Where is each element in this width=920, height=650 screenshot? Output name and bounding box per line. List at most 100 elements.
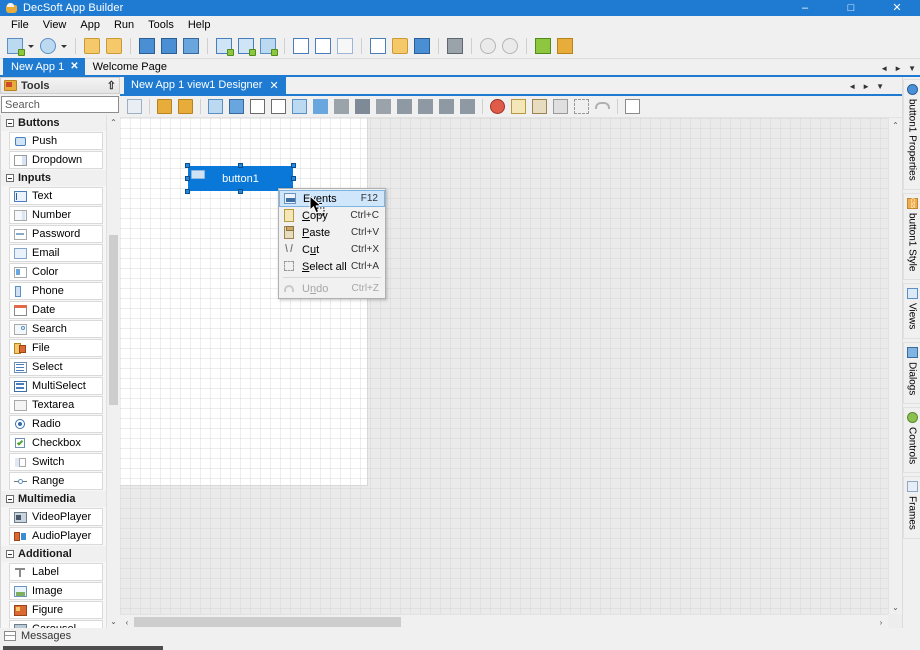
designer-tab-close-icon[interactable]: ✕: [269, 79, 278, 92]
canvas-scroll-right-icon[interactable]: ›: [874, 615, 888, 628]
collapse-icon[interactable]: [6, 550, 14, 558]
canvas-vertical-scrollbar[interactable]: ⌃ ⌄: [888, 118, 902, 614]
tab-new-app-1[interactable]: New App 1 ✕: [3, 58, 85, 75]
tool-item-switch[interactable]: Switch: [9, 453, 103, 471]
tool-item-date[interactable]: Date: [9, 301, 103, 319]
archive-icon[interactable]: [390, 36, 410, 56]
add-dialog-icon[interactable]: [236, 36, 256, 56]
menu-item-run[interactable]: Run: [107, 17, 141, 33]
open-app-icon[interactable]: [82, 36, 102, 56]
align-left-icon[interactable]: [311, 97, 330, 116]
tool-item-audioplayer[interactable]: AudioPlayer: [9, 527, 103, 545]
add-view-icon[interactable]: [214, 36, 234, 56]
paste-icon[interactable]: [530, 97, 549, 116]
menu-item-view[interactable]: View: [36, 17, 74, 33]
vtab-button1-properties[interactable]: button1 Properties: [903, 79, 920, 190]
tool-item-figure[interactable]: Figure: [9, 601, 103, 619]
selection-handle-nw[interactable]: [185, 163, 190, 168]
tool-item-dropdown[interactable]: Dropdown: [9, 151, 103, 169]
tool-item-color[interactable]: Color: [9, 263, 103, 281]
cut-icon[interactable]: [551, 97, 570, 116]
options-icon[interactable]: [445, 36, 465, 56]
copy-icon[interactable]: [509, 97, 528, 116]
tool-item-phone[interactable]: Phone: [9, 282, 103, 300]
maximize-button[interactable]: □: [828, 0, 874, 16]
close-button[interactable]: ✕: [874, 0, 920, 16]
tool-item-push[interactable]: Push: [9, 132, 103, 150]
distribute-h-icon[interactable]: [395, 97, 414, 116]
vtab-views[interactable]: Views: [903, 283, 920, 339]
tab-prev-icon[interactable]: ◄: [880, 64, 888, 73]
minimize-button[interactable]: –: [782, 0, 828, 16]
tools-group-inputs[interactable]: Inputs: [1, 170, 106, 186]
recent-icon[interactable]: [38, 36, 58, 56]
tab-next-icon[interactable]: ►: [894, 64, 902, 73]
new-app-icon[interactable]: [5, 36, 25, 56]
tool-item-file[interactable]: File: [9, 339, 103, 357]
collapse-icon[interactable]: [6, 174, 14, 182]
build-icon[interactable]: [555, 36, 575, 56]
canvas-scroll-down-icon[interactable]: ⌄: [889, 600, 902, 614]
tools-scroll-thumb[interactable]: [109, 235, 118, 405]
tools-scroll-up-icon[interactable]: ⌃: [107, 115, 120, 129]
stop-icon[interactable]: [500, 36, 520, 56]
menu-item-tools[interactable]: Tools: [141, 17, 181, 33]
save-all-icon[interactable]: [181, 36, 201, 56]
pin-icon[interactable]: ⇧: [107, 79, 116, 92]
run-icon[interactable]: [478, 36, 498, 56]
messages-header[interactable]: Messages: [0, 628, 920, 643]
save-icon[interactable]: [137, 36, 157, 56]
send-to-back-icon[interactable]: [227, 97, 246, 116]
distribute-v-icon[interactable]: [416, 97, 435, 116]
align-justify-icon[interactable]: [458, 97, 477, 116]
select-all-icon[interactable]: [572, 97, 591, 116]
tools-search-box[interactable]: Search: [1, 96, 119, 113]
context-menu-item-select-all[interactable]: Select all Ctrl+A: [279, 258, 385, 275]
tool-item-image[interactable]: Image: [9, 582, 103, 600]
menu-item-file[interactable]: File: [4, 17, 36, 33]
tool-item-text[interactable]: Text: [9, 187, 103, 205]
unlock-icon[interactable]: [176, 97, 195, 116]
undo-icon[interactable]: [593, 97, 612, 116]
tool-item-select[interactable]: Select: [9, 358, 103, 376]
export-icon[interactable]: [533, 36, 553, 56]
selection-handle-sw[interactable]: [185, 189, 190, 194]
tool-item-checkbox[interactable]: Checkbox: [9, 434, 103, 452]
align-right-icon[interactable]: [437, 97, 456, 116]
designer-tab-list-icon[interactable]: ▼: [876, 82, 884, 91]
tab-list-icon[interactable]: ▼: [908, 64, 916, 73]
canvas-scroll-left-icon[interactable]: ‹: [120, 615, 134, 628]
edit-code-icon[interactable]: [368, 36, 388, 56]
design-surface[interactable]: button1: [120, 118, 368, 486]
menu-item-app[interactable]: App: [73, 17, 107, 33]
bring-to-front-icon[interactable]: [206, 97, 225, 116]
tool-item-password[interactable]: Password: [9, 225, 103, 243]
selection-handle-w[interactable]: [185, 176, 190, 181]
selection-handle-s[interactable]: [238, 189, 243, 194]
tools-group-buttons[interactable]: Buttons: [1, 115, 106, 131]
canvas-horizontal-scrollbar[interactable]: ‹ ›: [120, 614, 888, 628]
delete-icon[interactable]: [488, 97, 507, 116]
selection-handle-e[interactable]: [291, 176, 296, 181]
tool-item-textarea[interactable]: Textarea: [9, 396, 103, 414]
remove-frame-icon[interactable]: [335, 36, 355, 56]
tool-item-email[interactable]: Email: [9, 244, 103, 262]
pointer-select-icon[interactable]: [125, 97, 144, 116]
vtab-button1-style[interactable]: CSS button1 Style: [903, 192, 920, 281]
canvas-scroll-up-icon[interactable]: ⌃: [889, 118, 902, 132]
align-center-icon[interactable]: [332, 97, 351, 116]
selection-handle-ne[interactable]: [291, 163, 296, 168]
tool-item-radio[interactable]: Radio: [9, 415, 103, 433]
new-app-dropdown-arrow-icon[interactable]: [26, 36, 35, 56]
align-bottom-icon[interactable]: [353, 97, 372, 116]
collapse-icon[interactable]: [6, 119, 14, 127]
tool-item-search[interactable]: Search: [9, 320, 103, 338]
vtab-controls[interactable]: Controls: [903, 406, 920, 474]
tools-scroll-down-icon[interactable]: ⌄: [107, 614, 120, 628]
tab-welcome-page[interactable]: Welcome Page: [85, 58, 173, 75]
tool-item-number[interactable]: Number: [9, 206, 103, 224]
add-frame-icon[interactable]: [258, 36, 278, 56]
size-icon[interactable]: [248, 97, 267, 116]
canvas-hscroll-thumb[interactable]: [134, 617, 401, 627]
save-as-icon[interactable]: [159, 36, 179, 56]
